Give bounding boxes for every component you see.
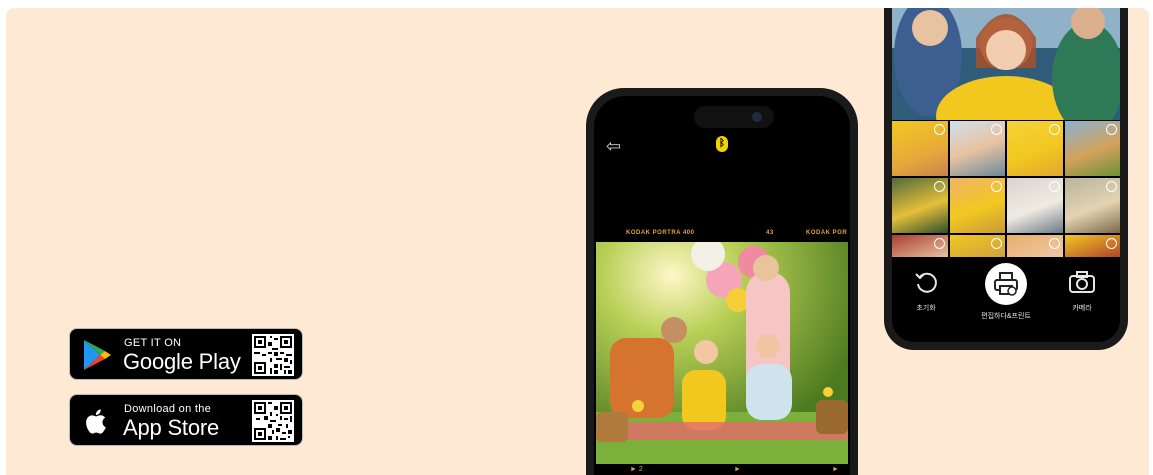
google-play-title: Google Play (123, 349, 241, 374)
camera-icon (1069, 271, 1095, 293)
select-circle-icon[interactable] (991, 181, 1002, 192)
bluetooth-icon[interactable]: ᛒ (716, 136, 728, 152)
grid-photo[interactable] (1007, 178, 1063, 233)
reset-label: 초기화 (916, 305, 936, 312)
select-circle-icon[interactable] (933, 181, 945, 192)
select-circle-icon[interactable] (991, 124, 1002, 135)
back-arrow-icon[interactable]: ⇦ (606, 136, 621, 157)
film-marker-left: ► 2 (630, 466, 643, 473)
select-circle-icon[interactable] (1106, 238, 1117, 249)
film-label-left: KODAK PORTRA 400 (626, 230, 695, 236)
grid-photo[interactable] (892, 121, 948, 176)
film-label-right: KODAK POR (806, 230, 848, 236)
google-play-badge[interactable]: GET IT ON Google Play (69, 328, 303, 380)
reset-icon (915, 272, 937, 293)
edit-print-button[interactable]: 편집하다&프린트 (968, 263, 1044, 321)
camera-label: 카메라 (1072, 305, 1092, 312)
qr-code-icon (252, 400, 294, 442)
grid-photo[interactable] (1064, 235, 1120, 257)
select-circle-icon[interactable] (933, 124, 945, 135)
family-picnic-photo (596, 242, 848, 464)
printer-icon (985, 263, 1027, 305)
photo-grid (892, 121, 1120, 257)
select-circle-icon[interactable] (1048, 124, 1060, 135)
film-marker-mid: ► (734, 466, 741, 473)
phone-camera-view: ⇦ ᛒ KODAK PORTRA 400 43 KODAK POR ► 2 ► … (586, 88, 858, 475)
qr-code-icon (252, 334, 294, 376)
grid-photo[interactable] (892, 178, 948, 233)
film-frame-number: 43 (766, 230, 774, 236)
dynamic-island (694, 106, 774, 128)
camera-button[interactable]: 카메라 (1062, 269, 1102, 313)
select-circle-icon[interactable] (1106, 124, 1117, 135)
select-circle-icon[interactable] (1048, 181, 1060, 192)
phone-screen: ⇦ ᛒ KODAK PORTRA 400 43 KODAK POR ► 2 ► … (594, 96, 850, 475)
grid-photo[interactable] (1064, 178, 1120, 233)
google-play-small-text: GET IT ON (124, 337, 182, 349)
grid-photo[interactable] (949, 178, 1005, 233)
front-camera-icon (752, 112, 762, 122)
app-store-small-text: Download on the (124, 403, 212, 415)
hero-banner: GET IT ON Google Play Download on the Ap… (6, 8, 1149, 475)
google-play-icon (84, 340, 111, 370)
phone-gallery-view: 초기화 편집하다&프린트 카메라 (884, 8, 1128, 350)
film-marker-right: ► (832, 466, 839, 473)
film-bottom-strip: ► 2 ► ► (594, 466, 850, 475)
group-selfie-photo (892, 8, 1120, 120)
grid-photo[interactable] (949, 121, 1005, 176)
select-circle-icon[interactable] (1106, 181, 1117, 192)
select-circle-icon[interactable] (1048, 238, 1060, 249)
select-circle-icon[interactable] (933, 238, 945, 249)
action-bar: 초기화 편집하다&프린트 카메라 (892, 257, 1120, 342)
grid-photo[interactable] (1007, 235, 1063, 257)
grid-photo[interactable] (949, 235, 1005, 257)
grid-photo[interactable] (1064, 121, 1120, 176)
phone-screen: 초기화 편집하다&프린트 카메라 (892, 8, 1120, 342)
app-store-title: App Store (123, 415, 220, 440)
edit-print-label: 편집하다&프린트 (981, 313, 1031, 320)
apple-icon (86, 409, 106, 434)
reset-button[interactable]: 초기화 (906, 269, 946, 313)
select-circle-icon[interactable] (991, 238, 1002, 249)
app-store-badge[interactable]: Download on the App Store (69, 394, 303, 446)
grid-photo[interactable] (892, 235, 948, 257)
grid-photo[interactable] (1007, 121, 1063, 176)
